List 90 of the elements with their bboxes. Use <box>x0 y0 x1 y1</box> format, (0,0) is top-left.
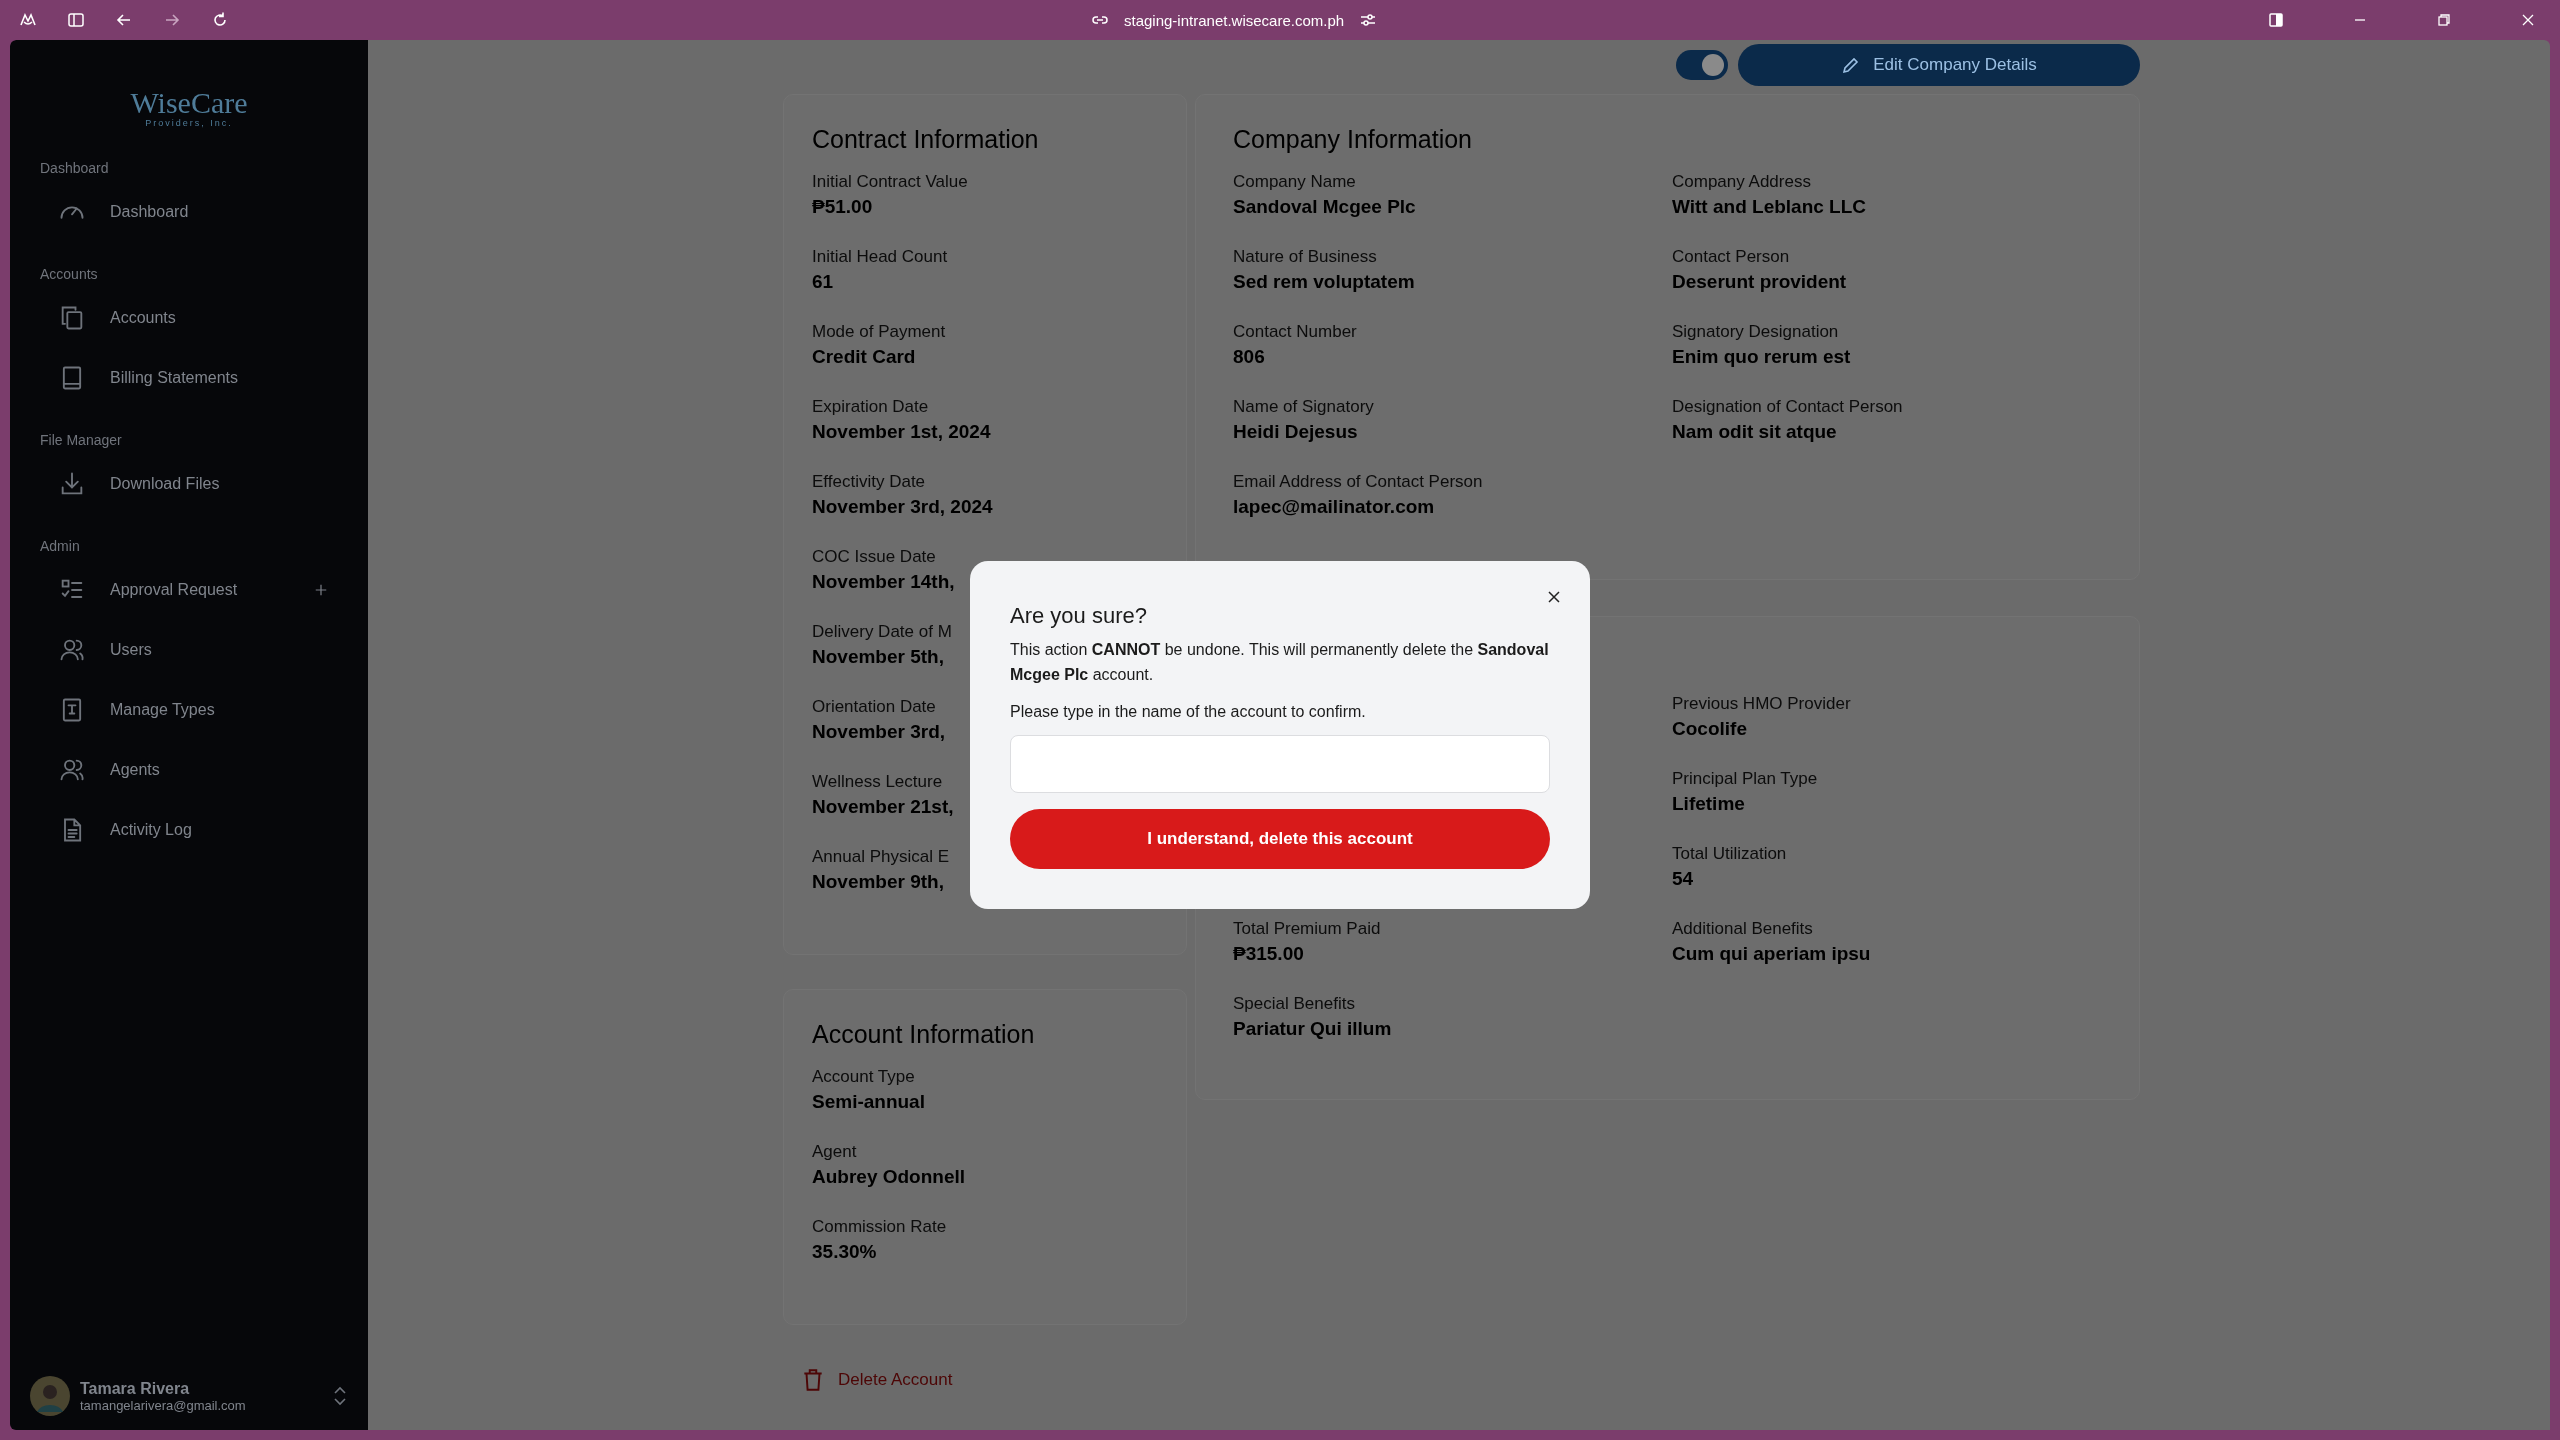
field-label: Total Premium Paid <box>1233 918 1381 940</box>
confirm-delete-button[interactable]: I understand, delete this account <box>1010 809 1550 869</box>
nav-item[interactable]: Dashboard <box>30 188 348 236</box>
field-label: Signatory Designation <box>1672 321 1839 343</box>
toggle-switch[interactable] <box>1676 50 1728 80</box>
nav-item[interactable]: Activity Log <box>30 806 348 854</box>
user-email: tamangelarivera@gmail.com <box>80 1397 247 1413</box>
field-value: Witt and Leblanc LLC <box>1672 195 1867 219</box>
field-value: 806 <box>1233 345 1265 369</box>
nav-item[interactable]: Manage Types <box>30 686 348 734</box>
field-label: Mode of Payment <box>812 321 946 343</box>
nav-item[interactable]: Approval Request <box>30 566 348 614</box>
field-value: Nam odit sit atque <box>1672 420 1837 444</box>
field-value: lapec@mailinator.com <box>1233 495 1435 519</box>
field-value: Cum qui aperiam ipsu <box>1672 942 1871 966</box>
field-value: November 5th, <box>812 645 944 669</box>
field-label: Additional Benefits <box>1672 918 1813 940</box>
field-label: Company Address <box>1672 171 1811 193</box>
url-text[interactable]: staging-intranet.wisecare.com.ph <box>1124 11 1345 29</box>
logo: WiseCare Providers, Inc. <box>129 88 249 128</box>
field-label: Contact Number <box>1233 321 1357 343</box>
nav-item[interactable]: Billing Statements <box>30 354 348 402</box>
field-label: Expiration Date <box>812 396 929 418</box>
field-label: Orientation Date <box>812 696 936 718</box>
field-label: Initial Contract Value <box>812 171 968 193</box>
nav-item[interactable]: Users <box>30 626 348 674</box>
field-value: Pariatur Qui illum <box>1233 1017 1392 1041</box>
user-name: Tamara Rivera <box>80 1379 191 1398</box>
field-value: Cocolife <box>1672 717 1747 741</box>
field-label: Name of Signatory <box>1233 396 1374 418</box>
delete-account-link[interactable]: Delete Account <box>783 1367 953 1393</box>
field-value: ₱315.00 <box>1233 942 1304 966</box>
field-value: November 9th, <box>812 870 944 894</box>
sidebar-toggle-icon[interactable] <box>66 10 86 30</box>
field-value: Deserunt provident <box>1672 270 1847 294</box>
plus-icon[interactable] <box>314 583 328 597</box>
split-view-icon[interactable] <box>2266 10 2286 30</box>
field-label: Email Address of Contact Person <box>1233 471 1483 493</box>
field-value: ₱51.00 <box>812 195 873 219</box>
field-label: Account Type <box>812 1066 915 1088</box>
field-label: Commission Rate <box>812 1216 947 1238</box>
field-label: COC Issue Date <box>812 546 936 568</box>
field-label: Contact Person <box>1672 246 1790 268</box>
avatar <box>30 1376 70 1416</box>
section-heading: Admin <box>40 538 81 554</box>
section-heading: File Manager <box>40 432 123 448</box>
field-value: Enim quo rerum est <box>1672 345 1851 369</box>
field-value: Aubrey Odonnell <box>812 1165 966 1189</box>
field-value: Lifetime <box>1672 792 1745 816</box>
field-label: Wellness Lecture <box>812 771 943 793</box>
field-label: Delivery Date of M <box>812 621 952 643</box>
edit-button[interactable]: Edit Company Details <box>1738 44 2140 86</box>
field-value: Sandoval Mcgee Plc <box>1233 195 1416 219</box>
field-value: November 21st, <box>812 795 954 819</box>
field-value: November 14th, <box>812 570 955 594</box>
field-label: Agent <box>812 1141 857 1163</box>
field-label: Annual Physical E <box>812 846 950 868</box>
dialog-title: Are you sure? <box>1010 603 1148 629</box>
nav-item[interactable]: Agents <box>30 746 348 794</box>
chevron-up-down-icon[interactable] <box>332 1384 348 1408</box>
field-value: November 3rd, <box>812 720 946 744</box>
field-label: Total Utilization <box>1672 843 1787 865</box>
field-value: 61 <box>812 270 834 294</box>
field-value: 54 <box>1672 867 1694 891</box>
section-heading: Accounts <box>40 266 99 282</box>
field-value: Credit Card <box>812 345 916 369</box>
field-value: Heidi Dejesus <box>1233 420 1358 444</box>
nav-item[interactable]: Download Files <box>30 460 348 508</box>
field-label: Company Name <box>1233 171 1356 193</box>
field-label: Principal Plan Type <box>1672 768 1818 790</box>
card-title: Account Information <box>812 1020 1036 1049</box>
nav-item[interactable]: Accounts <box>30 294 348 342</box>
field-value: November 3rd, 2024 <box>812 495 993 519</box>
section-heading: Dashboard <box>40 160 110 176</box>
field-label: Effectivity Date <box>812 471 926 493</box>
field-value: 35.30% <box>812 1240 877 1264</box>
field-label: Nature of Business <box>1233 246 1377 268</box>
dialog-message: This action CANNOT be undone. This will permanently delete the Sandoval Mcgee Plc account. <box>1010 640 1550 685</box>
field-value: Sed rem voluptatem <box>1233 270 1415 294</box>
field-label: Special Benefits <box>1233 993 1355 1015</box>
field-value: November 1st, 2024 <box>812 420 991 444</box>
close-icon[interactable] <box>1546 589 1562 605</box>
dialog-prompt: Please type in the name of the account to confirm. <box>1010 703 1367 721</box>
card-title: Company Information <box>1233 125 1473 154</box>
field-label: Initial Head Count <box>812 246 948 268</box>
field-value: Semi-annual <box>812 1090 925 1114</box>
field-label: Previous HMO Provider <box>1672 693 1851 715</box>
account-name-field[interactable] <box>1010 735 1550 793</box>
field-label: Designation of Contact Person <box>1672 396 1903 418</box>
card-title: Contract Information <box>812 125 1040 154</box>
